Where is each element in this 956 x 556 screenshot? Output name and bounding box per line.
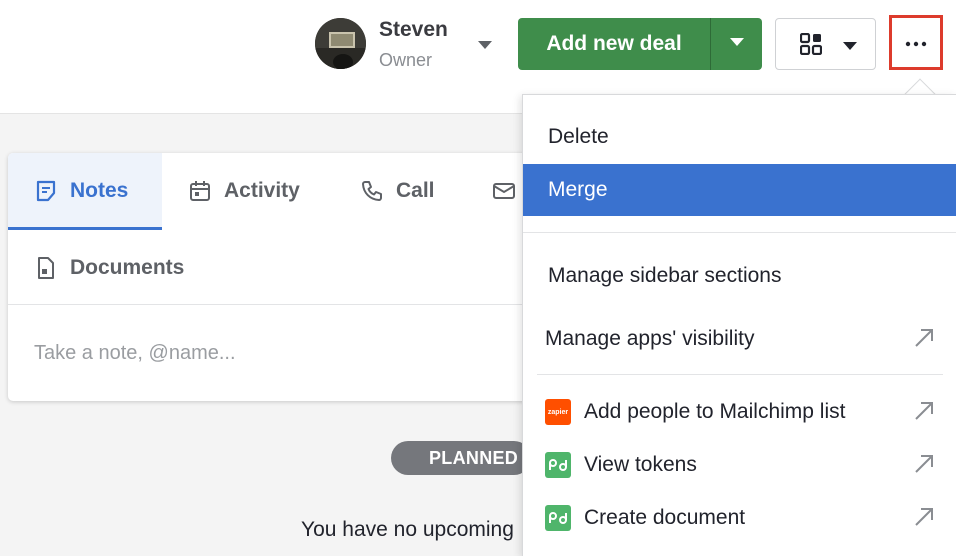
menu-divider: [537, 374, 943, 375]
user-avatar[interactable]: [315, 18, 366, 69]
user-name[interactable]: Steven: [379, 18, 448, 42]
email-icon: [493, 183, 515, 199]
add-deal-button-group: Add new deal: [518, 18, 762, 70]
tab-call[interactable]: Call: [360, 153, 435, 229]
ellipsis-icon: [905, 34, 927, 52]
calendar-icon: [190, 181, 210, 201]
menu-item-label: Add people to Mailchimp list: [584, 400, 846, 423]
menu-divider: [523, 232, 956, 233]
menu-item-delete[interactable]: Delete: [523, 111, 956, 163]
chevron-down-icon: [842, 39, 858, 57]
pandadoc-icon: [545, 452, 571, 478]
tab-activity[interactable]: Activity: [188, 153, 300, 229]
menu-item-manage-sidebar-sections[interactable]: Manage sidebar sections: [523, 250, 956, 302]
chevron-down-icon[interactable]: [477, 38, 493, 50]
user-role: Owner: [379, 50, 433, 70]
zapier-icon: zapier: [545, 399, 571, 425]
menu-item-label: View tokens: [584, 453, 697, 476]
external-link-icon: [913, 400, 935, 428]
menu-item-manage-apps-visibility[interactable]: Manage apps' visibility: [523, 313, 956, 365]
tab-documents[interactable]: Documents: [34, 230, 184, 306]
planned-badge: PLANNED: [391, 441, 531, 475]
pandadoc-icon: [545, 505, 571, 531]
note-icon: [36, 180, 56, 202]
menu-item-label: Create document: [584, 506, 746, 529]
menu-item-label: Manage apps' visibility: [545, 327, 755, 350]
add-deal-options-button[interactable]: [711, 18, 762, 70]
empty-state-text: You have no upcoming: [301, 518, 514, 541]
composer-panel: Notes Activity Call Documents: [8, 153, 548, 401]
tab-label: Documents: [70, 256, 185, 279]
menu-item-view-tokens[interactable]: View tokens: [523, 439, 956, 491]
menu-item-label: Merge: [548, 178, 608, 201]
external-link-icon: [913, 327, 935, 355]
tab-notes[interactable]: Notes: [8, 153, 162, 229]
add-new-deal-button[interactable]: Add new deal: [518, 18, 710, 70]
menu-item-label: Delete: [548, 125, 609, 148]
more-actions-menu: Delete Merge Manage sidebar sections Man…: [522, 94, 956, 556]
external-link-icon: [913, 506, 935, 534]
divider: [8, 304, 548, 305]
note-input[interactable]: [34, 335, 514, 371]
view-switcher-button[interactable]: [775, 18, 876, 70]
menu-item-create-document[interactable]: Create document: [523, 492, 956, 544]
more-actions-button[interactable]: [889, 15, 943, 70]
chevron-down-icon: [729, 35, 745, 53]
menu-item-label: Manage sidebar sections: [548, 264, 782, 287]
tab-label: Notes: [70, 179, 129, 202]
tab-label: Activity: [224, 179, 300, 202]
menu-item-add-people-mailchimp[interactable]: zapier Add people to Mailchimp list: [523, 386, 956, 438]
phone-icon: [362, 181, 382, 201]
grid-icon: [799, 32, 823, 60]
menu-item-merge[interactable]: Merge: [523, 164, 956, 216]
tab-label: Call: [396, 179, 435, 202]
external-link-icon: [913, 453, 935, 481]
document-icon: [38, 257, 54, 279]
